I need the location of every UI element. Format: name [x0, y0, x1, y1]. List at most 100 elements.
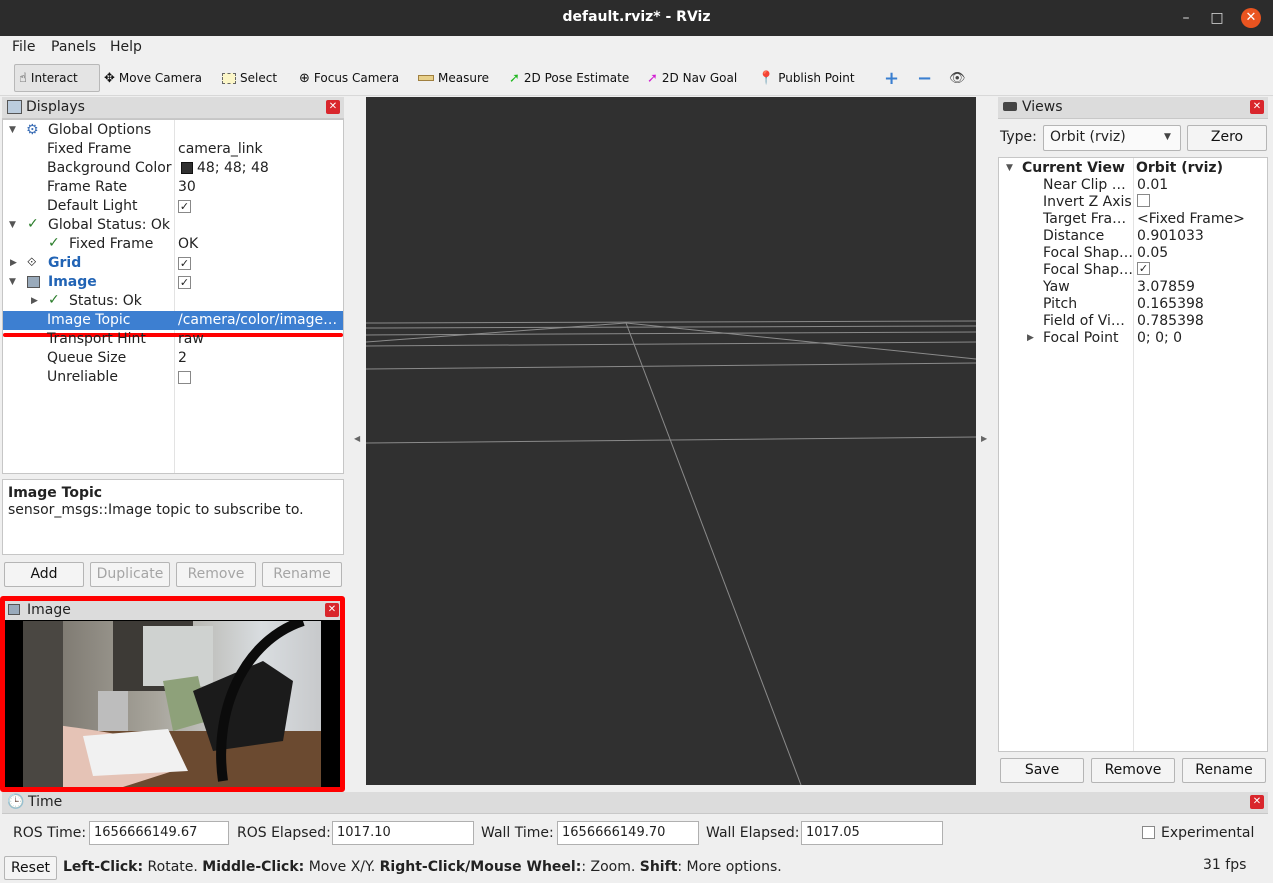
views-header: Views ✕ [998, 97, 1268, 119]
view-type-label: Type: [1000, 129, 1037, 145]
view-type-value: Orbit (rviz) [1050, 129, 1126, 145]
publish-point-label: Publish Point [778, 71, 855, 85]
frame-rate-row[interactable]: Frame Rate 30 [3, 178, 343, 197]
background-color-row[interactable]: Background Color 48; 48; 48 [3, 159, 343, 178]
grid-row[interactable]: ▶ ⟐ Grid ✓ [3, 254, 343, 273]
ros-time-field[interactable]: 1656666149.67 [89, 821, 229, 845]
global-status-row[interactable]: ▼ ✓ Global Status: Ok [3, 216, 343, 235]
select-label: Select [240, 71, 278, 85]
grid-checkbox[interactable]: ✓ [178, 257, 191, 270]
zero-button[interactable]: Zero [1187, 125, 1267, 151]
close-time-icon[interactable]: ✕ [1250, 795, 1264, 809]
remove-tool-button[interactable]: − [913, 64, 936, 92]
close-button[interactable]: ✕ [1241, 8, 1261, 28]
reset-button[interactable]: Reset [4, 856, 57, 880]
view-property-value[interactable]: 0.785398 [1137, 313, 1204, 329]
expand-arrow-icon: ▼ [9, 125, 16, 135]
save-view-button[interactable]: Save [1000, 758, 1084, 783]
view-property-value[interactable]: <Fixed Frame> [1137, 211, 1245, 227]
focus-camera-tool[interactable]: ⊕ Focus Camera [295, 64, 403, 92]
publish-point-tool[interactable]: 📍 Publish Point [754, 64, 859, 92]
add-tool-button[interactable]: + [880, 64, 903, 92]
image-panel-title: Image [27, 602, 71, 618]
view-property-checkbox[interactable]: ✓ [1137, 262, 1150, 275]
remove-display-button[interactable]: Remove [176, 562, 256, 587]
rename-display-button[interactable]: Rename [262, 562, 342, 587]
queue-size-row[interactable]: Queue Size 2 [3, 349, 343, 368]
close-displays-icon[interactable]: ✕ [326, 100, 340, 114]
background-color-value[interactable]: 48; 48; 48 [197, 160, 269, 176]
close-image-panel-icon[interactable]: ✕ [325, 603, 339, 617]
view-property-value[interactable]: 0.01 [1137, 177, 1168, 193]
menu-panels[interactable]: Panels [51, 39, 96, 55]
global-status-label: Global Status: Ok [48, 217, 171, 233]
wall-time-label: Wall Time: [481, 825, 554, 841]
displays-title: Displays [26, 99, 85, 115]
view-property-label: Near Clip … [1043, 177, 1126, 193]
time-title: Time [28, 794, 63, 810]
status-fixed-frame-row[interactable]: ✓ Fixed Frame OK [3, 235, 343, 254]
3d-viewport[interactable] [366, 97, 976, 785]
expand-arrow-icon: ▼ [9, 220, 16, 230]
interact-tool[interactable]: ☝ Interact [14, 64, 100, 92]
mouse-hint-text: Left-Click: Rotate. Middle-Click: Move X… [63, 859, 782, 875]
close-views-icon[interactable]: ✕ [1250, 100, 1264, 114]
view-property-label: Invert Z Axis [1043, 194, 1132, 210]
rename-view-button[interactable]: Rename [1182, 758, 1266, 783]
select-tool[interactable]: Select [218, 64, 281, 92]
image-panel-header: Image ✕ [5, 601, 340, 620]
transport-hint-value[interactable]: raw [178, 331, 204, 347]
image-topic-value[interactable]: /camera/color/image… [178, 312, 337, 328]
minimize-button[interactable]: – [1176, 8, 1196, 28]
wall-time-field[interactable]: 1656666149.70 [557, 821, 699, 845]
fixed-frame-label: Fixed Frame [47, 141, 132, 157]
view-type-select[interactable]: Orbit (rviz) ▼ [1043, 125, 1181, 151]
grid-label: Grid [48, 255, 82, 271]
view-property-value[interactable]: 0.165398 [1137, 296, 1204, 312]
measure-tool[interactable]: Measure [414, 64, 493, 92]
status-fixed-frame-label: Fixed Frame [69, 236, 154, 252]
duplicate-button[interactable]: Duplicate [90, 562, 170, 587]
add-button[interactable]: Add [4, 562, 84, 587]
view-property-value[interactable]: 0; 0; 0 [1137, 330, 1182, 346]
image-topic-row[interactable]: Image Topic /camera/color/image… [3, 311, 343, 330]
queue-size-value[interactable]: 2 [178, 350, 187, 366]
fixed-frame-value[interactable]: camera_link [178, 141, 263, 157]
unreliable-checkbox[interactable] [178, 371, 191, 384]
default-light-row[interactable]: Default Light ✓ [3, 197, 343, 216]
transport-hint-row[interactable]: Transport Hint raw [3, 330, 343, 349]
color-swatch[interactable] [181, 162, 193, 174]
image-status-row[interactable]: ▶ ✓ Status: Ok [3, 292, 343, 311]
measure-label: Measure [438, 71, 489, 85]
global-options-row[interactable]: ▼ ⚙ Global Options [3, 121, 343, 140]
expand-arrow-icon: ▼ [1006, 163, 1013, 173]
image-checkbox[interactable]: ✓ [178, 276, 191, 289]
view-property-value[interactable]: 3.07859 [1137, 279, 1195, 295]
experimental-checkbox[interactable] [1142, 826, 1155, 839]
remove-view-button[interactable]: Remove [1091, 758, 1175, 783]
default-light-checkbox[interactable]: ✓ [178, 200, 191, 213]
menu-bar: File Panels Help [0, 36, 1273, 60]
wall-elapsed-field[interactable]: 1017.05 [801, 821, 943, 845]
menu-file[interactable]: File [12, 39, 35, 55]
frame-rate-value[interactable]: 30 [178, 179, 196, 195]
image-topic-label: Image Topic [47, 312, 131, 328]
right-splitter[interactable]: ▶ [976, 97, 996, 785]
maximize-button[interactable]: □ [1207, 8, 1227, 28]
menu-help[interactable]: Help [110, 39, 142, 55]
view-property-value[interactable]: 0.901033 [1137, 228, 1204, 244]
left-splitter[interactable]: ◀ [346, 97, 366, 785]
unreliable-row[interactable]: Unreliable [3, 368, 343, 387]
view-property-value[interactable]: 0.05 [1137, 245, 1168, 261]
image-display-row[interactable]: ▼ Image ✓ [3, 273, 343, 292]
nav-goal-tool[interactable]: ➚ 2D Nav Goal [643, 64, 741, 92]
fixed-frame-row[interactable]: Fixed Frame camera_link [3, 140, 343, 159]
ros-elapsed-field[interactable]: 1017.10 [332, 821, 474, 845]
eye-icon[interactable]: 👁 [945, 64, 970, 92]
image-panel: Image ✕ [0, 596, 345, 792]
view-property-row[interactable]: ▶ Focal Point 0; 0; 0 [999, 329, 1267, 348]
pose-estimate-tool[interactable]: ➚ 2D Pose Estimate [505, 64, 633, 92]
view-property-checkbox[interactable] [1137, 194, 1150, 207]
move-camera-tool[interactable]: ✥ Move Camera [100, 64, 206, 92]
hint-shift-key: Shift [639, 859, 678, 875]
